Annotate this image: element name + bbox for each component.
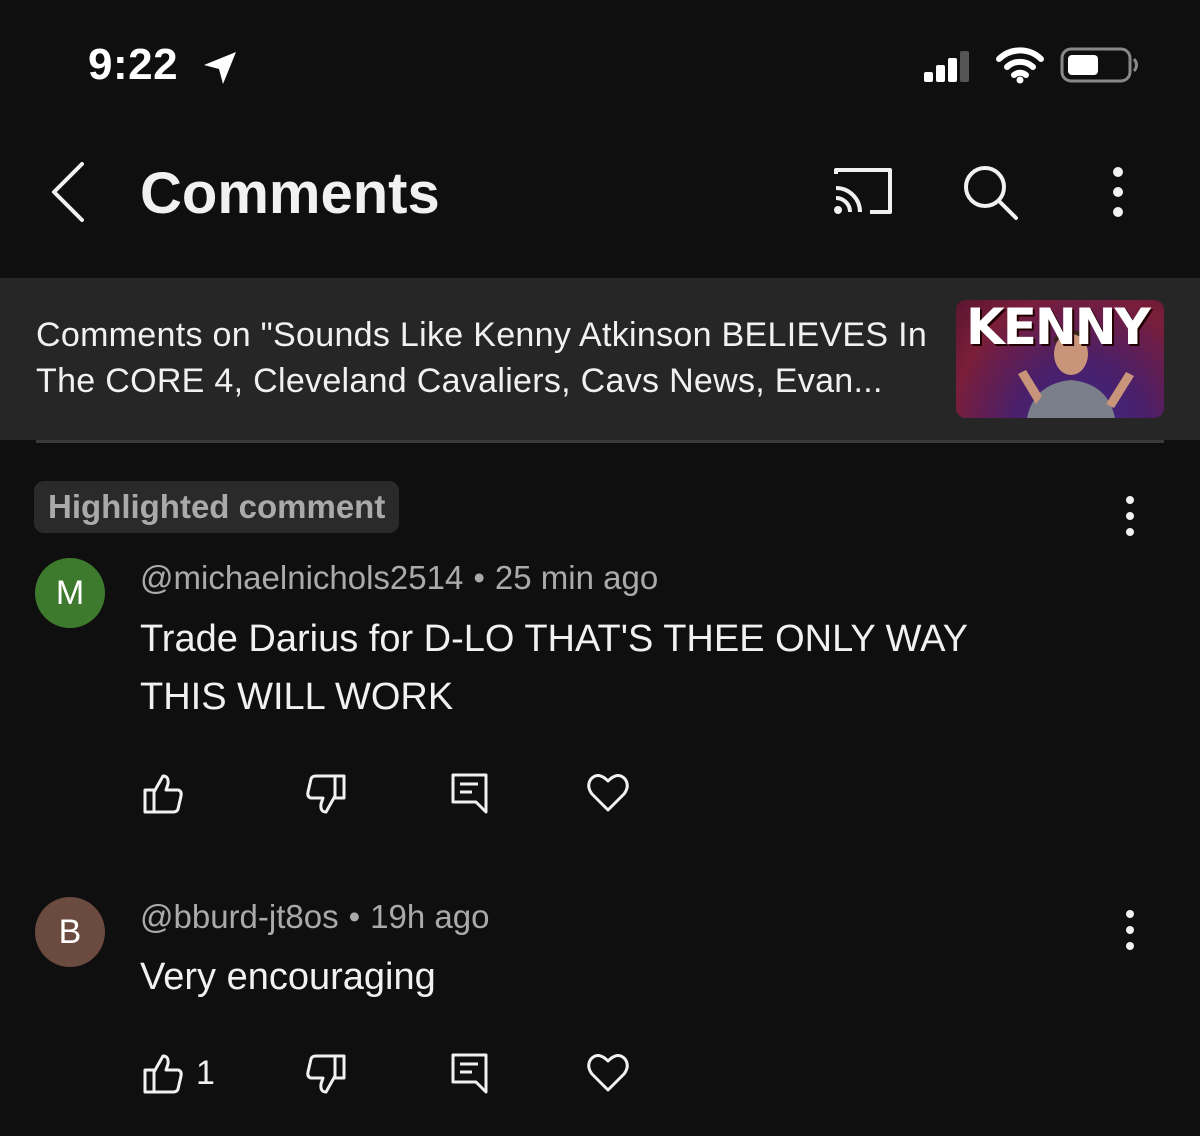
more-vertical-icon [1126,496,1134,536]
comment-options-button[interactable] [1118,494,1142,538]
heart-icon [587,774,629,812]
thumb-up-icon [143,774,183,814]
comment-options-button[interactable] [1118,908,1142,952]
heart-button[interactable] [586,1050,630,1094]
meta-separator: • [473,559,485,596]
meta-separator: • [348,898,361,935]
like-button[interactable] [141,1052,185,1096]
search-button[interactable] [960,162,1020,222]
video-context-text: Comments on "Sounds Like Kenny Atkinson … [36,316,928,400]
comment-text-line: Trade Darius for D-LO THAT'S THEE ONLY W… [140,618,968,660]
thumbnail-title-text: KENNY [966,300,1151,356]
divider [36,440,1164,443]
back-button[interactable] [44,160,94,224]
reply-icon [451,773,488,814]
thumb-down-icon [306,774,346,814]
comment-text: Very encouraging [140,956,436,998]
comment-text-line: THIS WILL WORK [140,676,454,718]
heart-icon [587,1054,629,1092]
dislike-button[interactable] [304,772,348,816]
comment-item: B @bburd-jt8os • 19h ago Very encouraging … [0,888,1200,1136]
reply-button[interactable] [448,1052,492,1096]
reply-button[interactable] [448,772,492,816]
wifi-icon [996,47,1044,84]
cast-button[interactable] [830,166,896,218]
video-thumbnail[interactable]: KENNY [956,300,1164,418]
cast-icon [834,168,892,214]
comment-author[interactable]: @bburd-jt8os [140,898,339,935]
avatar[interactable]: B [35,897,105,967]
like-count: 1 [196,1054,215,1092]
like-button[interactable] [141,772,185,816]
comment-time: 19h ago [370,898,490,935]
comment-time: 25 min ago [494,559,659,596]
more-options-button[interactable] [1098,164,1138,220]
thumb-down-icon [306,1054,346,1094]
comment-item: M @michaelnichols2514 • 25 min ago Trade D… [0,550,1200,850]
page-title: Comments [140,161,440,226]
highlighted-comment-badge: Highlighted comment [34,481,400,533]
cellular-signal-icon [924,51,969,82]
heart-button[interactable] [586,770,630,814]
status-time: 9:22 [88,40,179,89]
more-vertical-icon [1126,910,1134,950]
comment-text: Trade Darius for D-LO THAT'S THEE ONLY W… [140,610,1140,726]
search-icon [964,166,1018,220]
comment-author[interactable]: @michaelnichols2514 [140,559,463,596]
reply-icon [451,1053,488,1094]
dislike-button[interactable] [304,1052,348,1096]
comment-meta: @michaelnichols2514 • 25 min ago [140,559,658,597]
more-vertical-icon [1113,167,1123,217]
comment-meta: @bburd-jt8os • 19h ago [140,898,489,936]
thumb-up-icon [143,1054,183,1094]
avatar[interactable]: M [35,558,105,628]
battery-icon [1060,47,1138,83]
location-arrow-icon [204,52,236,84]
